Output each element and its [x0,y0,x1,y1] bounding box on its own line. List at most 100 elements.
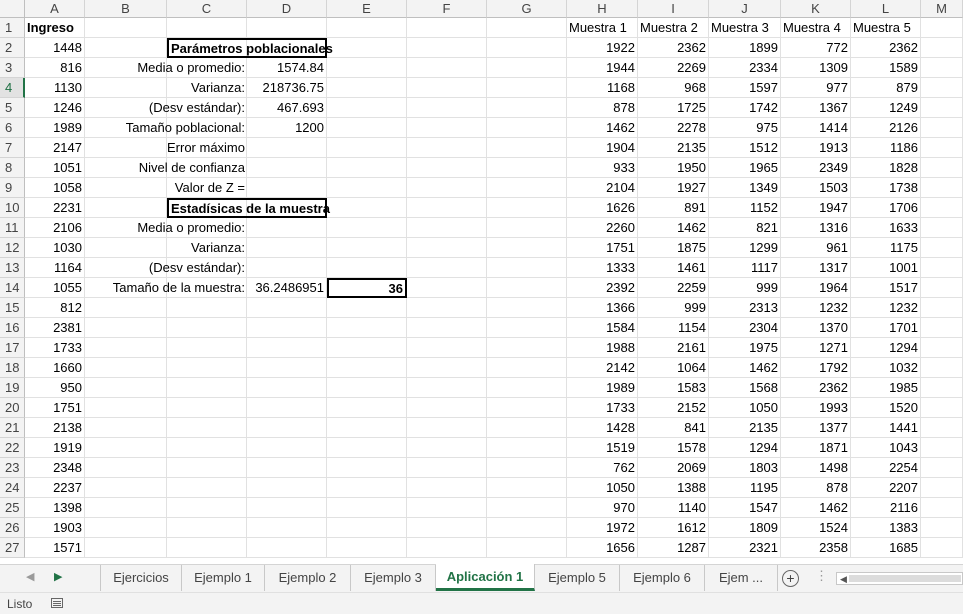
grid-cell[interactable] [487,98,567,118]
muestra-value[interactable]: 2161 [638,338,709,358]
muestra-value[interactable]: 2362 [638,38,709,58]
muestra-value[interactable]: 1050 [709,398,781,418]
grid-cell[interactable] [247,258,327,278]
row-header-5[interactable]: 5 [0,98,25,118]
grid-cell[interactable] [921,138,963,158]
grid-cell[interactable] [247,178,327,198]
grid-cell[interactable] [327,138,407,158]
macro-record-icon[interactable] [51,598,63,608]
ingreso-value[interactable]: 816 [25,58,85,78]
column-header-K[interactable]: K [781,0,851,18]
muestra-value[interactable]: 1947 [781,198,851,218]
muestra-value[interactable]: 772 [781,38,851,58]
grid-cell[interactable] [327,438,407,458]
grid-cell[interactable] [167,478,247,498]
column-header-C[interactable]: C [167,0,247,18]
muestra-value[interactable]: 1904 [567,138,638,158]
muestra-value[interactable]: 975 [709,118,781,138]
muestra-value[interactable]: 1001 [851,258,921,278]
scroll-left-icon[interactable]: ◀ [840,574,847,585]
muestra-value[interactable]: 1050 [567,478,638,498]
muestra-value[interactable]: 1152 [709,198,781,218]
grid-cell[interactable] [921,178,963,198]
grid-cell[interactable] [921,398,963,418]
muestra-value[interactable]: 1462 [781,498,851,518]
grid-cell[interactable] [921,58,963,78]
muestra-value[interactable]: 1656 [567,538,638,558]
muestra-value[interactable]: 1993 [781,398,851,418]
ingreso-value[interactable]: 2106 [25,218,85,238]
ingreso-value[interactable]: 812 [25,298,85,318]
muestra-header[interactable]: Muestra 3 [709,18,781,38]
ingreso-value[interactable]: 1903 [25,518,85,538]
column-header-L[interactable]: L [851,0,921,18]
add-sheet-icon[interactable]: + [782,570,799,587]
grid-cell[interactable] [407,118,487,138]
row-header-9[interactable]: 9 [0,178,25,198]
grid-cell[interactable] [407,198,487,218]
muestra-value[interactable]: 1597 [709,78,781,98]
column-header-A[interactable]: A [25,0,85,18]
grid-cell[interactable] [921,498,963,518]
muestra-value[interactable]: 2349 [781,158,851,178]
grid-cell[interactable] [921,538,963,558]
grid-cell[interactable] [487,58,567,78]
ingreso-value[interactable]: 1448 [25,38,85,58]
grid-cell[interactable] [327,18,407,38]
muestra-value[interactable]: 1733 [567,398,638,418]
grid-cell[interactable] [327,458,407,478]
grid-cell[interactable] [487,398,567,418]
muestra-value[interactable]: 1271 [781,338,851,358]
row-header-19[interactable]: 19 [0,378,25,398]
parametros-title[interactable]: Parámetros poblacionales [167,38,333,58]
tam-muestra-rounded[interactable]: 36 [327,278,407,298]
muestra-value[interactable]: 1333 [567,258,638,278]
grid-cell[interactable] [327,358,407,378]
row-header-20[interactable]: 20 [0,398,25,418]
muestra-value[interactable]: 2142 [567,358,638,378]
grid-cell[interactable] [487,298,567,318]
grid-cell[interactable] [921,518,963,538]
muestra-value[interactable]: 1583 [638,378,709,398]
muestra-varianza-label[interactable]: Varianza: [85,238,247,258]
grid-cell[interactable] [85,378,167,398]
grid-cell[interactable] [487,418,567,438]
grid-cell[interactable] [921,18,963,38]
muestra-value[interactable]: 1871 [781,438,851,458]
ingreso-value[interactable]: 1130 [25,78,85,98]
muestra-value[interactable]: 1249 [851,98,921,118]
muestra-value[interactable]: 2135 [709,418,781,438]
grid-cell[interactable] [407,478,487,498]
grid-cell[interactable] [327,478,407,498]
muestra-value[interactable]: 1117 [709,258,781,278]
grid-cell[interactable] [407,178,487,198]
muestra-header[interactable]: Muestra 2 [638,18,709,38]
tam-poblacional-value[interactable]: 1200 [247,118,327,138]
grid-cell[interactable] [167,398,247,418]
row-header-14[interactable]: 14 [0,278,25,298]
muestra-value[interactable]: 1317 [781,258,851,278]
ingreso-value[interactable]: 1751 [25,398,85,418]
muestra-value[interactable]: 1377 [781,418,851,438]
muestra-value[interactable]: 1186 [851,138,921,158]
grid-cell[interactable] [921,198,963,218]
muestra-value[interactable]: 961 [781,238,851,258]
sheet-tab[interactable]: Ejemplo 1 [182,565,265,591]
sheet-tab[interactable]: Ejem ... [705,565,778,591]
muestra-value[interactable]: 1922 [567,38,638,58]
grid-cell[interactable] [407,518,487,538]
tam-muestra-label[interactable]: Tamaño de la muestra: [85,278,247,298]
grid-cell[interactable] [921,238,963,258]
muestra-value[interactable]: 1462 [567,118,638,138]
muestra-value[interactable]: 2126 [851,118,921,138]
grid-cell[interactable] [921,98,963,118]
column-header-D[interactable]: D [247,0,327,18]
grid-cell[interactable] [407,378,487,398]
grid-cell[interactable] [407,438,487,458]
grid-cell[interactable] [487,518,567,538]
muestra-value[interactable]: 1175 [851,238,921,258]
media-label[interactable]: Media o promedio: [85,58,247,78]
muestra-value[interactable]: 1383 [851,518,921,538]
varianza-value[interactable]: 218736.75 [247,78,327,98]
grid-cell[interactable] [247,18,327,38]
